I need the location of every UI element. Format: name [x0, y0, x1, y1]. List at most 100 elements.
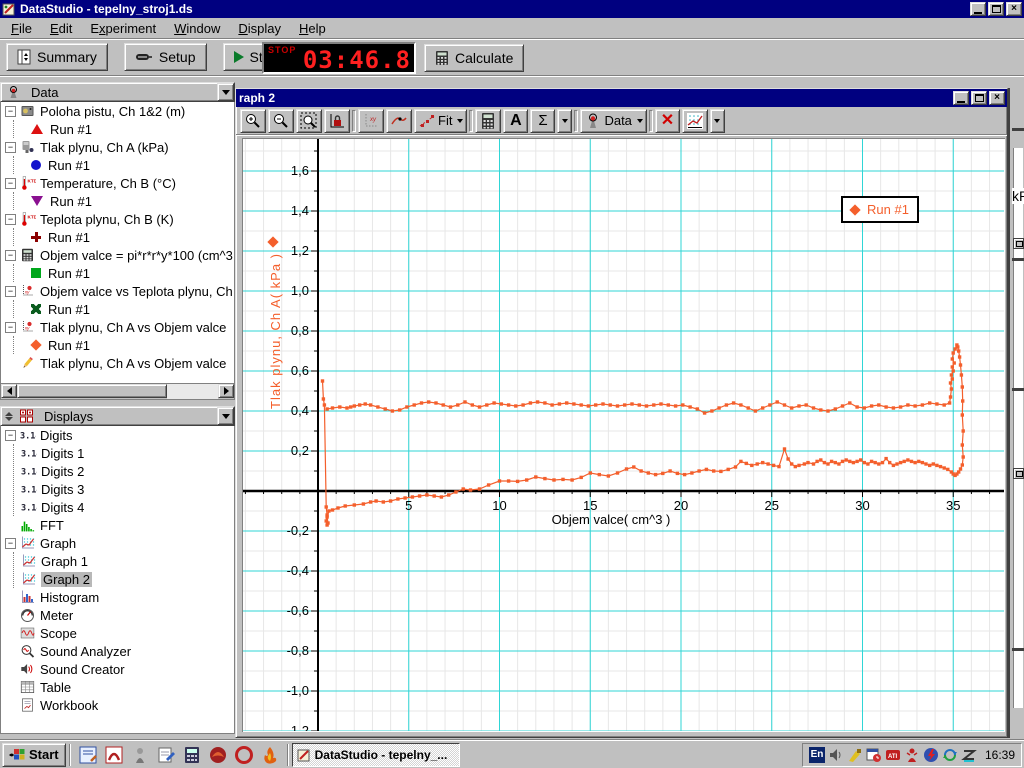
- remove-button[interactable]: ✕: [655, 109, 680, 133]
- data-menu-button[interactable]: Data: [580, 109, 646, 133]
- smart-tool-button[interactable]: [386, 109, 412, 133]
- statistics-dropdown[interactable]: [557, 109, 572, 133]
- graph-settings-dropdown[interactable]: [710, 109, 725, 133]
- expand-box[interactable]: [5, 538, 16, 549]
- data-panel-header[interactable]: Data: [0, 82, 235, 102]
- mozilla-icon[interactable]: [208, 745, 228, 765]
- run-item[interactable]: Run #1: [14, 264, 234, 282]
- zoom-select-button[interactable]: [296, 109, 322, 133]
- display-item-histogram[interactable]: Histogram: [1, 588, 234, 606]
- brush-icon[interactable]: [847, 747, 863, 763]
- graph-maximize-button[interactable]: [971, 91, 987, 105]
- modem-z-icon[interactable]: [961, 747, 977, 763]
- expand-box[interactable]: [5, 214, 16, 225]
- expand-box[interactable]: [5, 250, 16, 261]
- data-tree-hscrollbar[interactable]: [0, 384, 235, 400]
- menu-item-window[interactable]: Window: [165, 19, 229, 38]
- display-item-scope[interactable]: Scope: [1, 624, 234, 642]
- display-item-sound-analyzer[interactable]: Sound Analyzer: [1, 642, 234, 660]
- run-item[interactable]: Run #1: [14, 120, 234, 138]
- summary-button[interactable]: Summary: [6, 43, 108, 71]
- fit-menu-button[interactable]: Fit: [414, 109, 467, 133]
- run-item[interactable]: Run #1: [14, 300, 234, 318]
- acrobat-icon[interactable]: [104, 745, 124, 765]
- zoom-out-button[interactable]: [268, 109, 294, 133]
- notepad-icon[interactable]: [78, 745, 98, 765]
- scheduler-icon[interactable]: [866, 747, 882, 763]
- lock-axes-button[interactable]: [324, 109, 350, 133]
- expand-box[interactable]: [5, 178, 16, 189]
- data-item-tlak-plynu-ch-a-vs-objem-valce[interactable]: Tlak plynu, Ch A vs Objem valce: [1, 354, 234, 372]
- graph-close-button[interactable]: ×: [989, 91, 1005, 105]
- data-item-temperature-ch-b-c[interactable]: KTDTemperature, Ch B (°C): [1, 174, 234, 192]
- display-item-digits-4[interactable]: 3.14Digits 4: [14, 498, 234, 516]
- background-window-sliver[interactable]: kR: [1008, 88, 1024, 738]
- display-item-graph[interactable]: Graph: [1, 534, 234, 552]
- graph-plot[interactable]: 51015202530351,61,41,21,00,80,60,40,2-0,…: [242, 138, 1005, 732]
- display-item-meter[interactable]: Meter: [1, 606, 234, 624]
- run-item[interactable]: Run #1: [14, 336, 234, 354]
- display-item-digits-2[interactable]: 3.14Digits 2: [14, 462, 234, 480]
- compose-document-icon[interactable]: [156, 745, 176, 765]
- display-item-digits-1[interactable]: 3.14Digits 1: [14, 444, 234, 462]
- maximize-button[interactable]: [988, 2, 1004, 16]
- chart-canvas[interactable]: 51015202530351,61,41,21,00,80,60,40,2-0,…: [243, 139, 1004, 731]
- display-item-digits[interactable]: 3.14Digits: [1, 426, 234, 444]
- text-tool-button[interactable]: A: [503, 109, 528, 133]
- data-item-objem-valce-pi-r-r-y-100-cm-3[interactable]: Objem valce = pi*r*r*y*100 (cm^3: [1, 246, 234, 264]
- displays-panel-dropdown[interactable]: [217, 407, 234, 425]
- displays-panel-header[interactable]: Displays: [0, 406, 235, 426]
- sync-arrows-icon[interactable]: [942, 747, 958, 763]
- red-figure-icon[interactable]: [904, 747, 920, 763]
- menu-item-experiment[interactable]: Experiment: [81, 19, 165, 38]
- graph-minimize-button[interactable]: [953, 91, 969, 105]
- graph-window-title-bar[interactable]: raph 2 ×: [236, 89, 1007, 107]
- scroll-left-arrow[interactable]: [1, 384, 17, 398]
- display-item-sound-creator[interactable]: Sound Creator: [1, 660, 234, 678]
- graph-calculator-button[interactable]: [475, 109, 501, 133]
- menu-item-file[interactable]: File: [2, 19, 41, 38]
- run-item[interactable]: Run #1: [14, 228, 234, 246]
- data-item-teplota-plynu-ch-b-k[interactable]: KTDTeplota plynu, Ch B (K): [1, 210, 234, 228]
- menu-item-help[interactable]: Help: [290, 19, 335, 38]
- data-item-objem-valce-vs-teplota-plynu-ch[interactable]: xyObjem valce vs Teplota plynu, Ch: [1, 282, 234, 300]
- expand-box[interactable]: [5, 142, 16, 153]
- data-item-tlak-plynu-ch-a-vs-objem-valce[interactable]: xyTlak plynu, Ch A vs Objem valce: [1, 318, 234, 336]
- expand-box[interactable]: [5, 430, 16, 441]
- menu-item-display[interactable]: Display: [229, 19, 290, 38]
- background-window-button2[interactable]: [1013, 468, 1024, 479]
- display-item-graph-2[interactable]: Graph 2: [14, 570, 234, 588]
- run-item[interactable]: Run #1: [14, 192, 234, 210]
- volume-icon[interactable]: [828, 747, 844, 763]
- expand-box[interactable]: [5, 286, 16, 297]
- background-window-button[interactable]: [1013, 238, 1024, 249]
- menu-item-edit[interactable]: Edit: [41, 19, 81, 38]
- data-panel-dropdown[interactable]: [217, 83, 234, 101]
- scroll-track[interactable]: [167, 384, 218, 399]
- language-indicator[interactable]: En: [809, 747, 825, 763]
- expand-box[interactable]: [5, 106, 16, 117]
- opera-icon[interactable]: [234, 745, 254, 765]
- minimize-button[interactable]: [970, 2, 986, 16]
- scroll-thumb[interactable]: [17, 384, 167, 398]
- statue-icon[interactable]: [130, 745, 150, 765]
- expand-box[interactable]: [5, 322, 16, 333]
- scroll-right-arrow[interactable]: [218, 384, 234, 398]
- display-item-workbook[interactable]: Workbook: [1, 696, 234, 714]
- close-button[interactable]: ×: [1006, 2, 1022, 16]
- display-item-fft[interactable]: FFT: [1, 516, 234, 534]
- legend[interactable]: Run #1: [841, 196, 919, 223]
- run-item[interactable]: Run #1: [14, 156, 234, 174]
- statistics-button[interactable]: Σ: [530, 109, 555, 133]
- display-item-graph-1[interactable]: Graph 1: [14, 552, 234, 570]
- zoom-in-button[interactable]: [240, 109, 266, 133]
- data-item-poloha-pistu-ch-1-2-m[interactable]: Poloha pistu, Ch 1&2 (m): [1, 102, 234, 120]
- lightning-icon[interactable]: [923, 747, 939, 763]
- start-menu-button[interactable]: Start: [2, 743, 66, 767]
- setup-button[interactable]: Setup: [124, 43, 207, 71]
- display-item-table[interactable]: Table: [1, 678, 234, 696]
- calculate-button[interactable]: Calculate: [424, 44, 524, 72]
- graph-settings-button[interactable]: [682, 109, 708, 133]
- xy-data-button[interactable]: xy: [358, 109, 384, 133]
- flame-icon[interactable]: [260, 745, 280, 765]
